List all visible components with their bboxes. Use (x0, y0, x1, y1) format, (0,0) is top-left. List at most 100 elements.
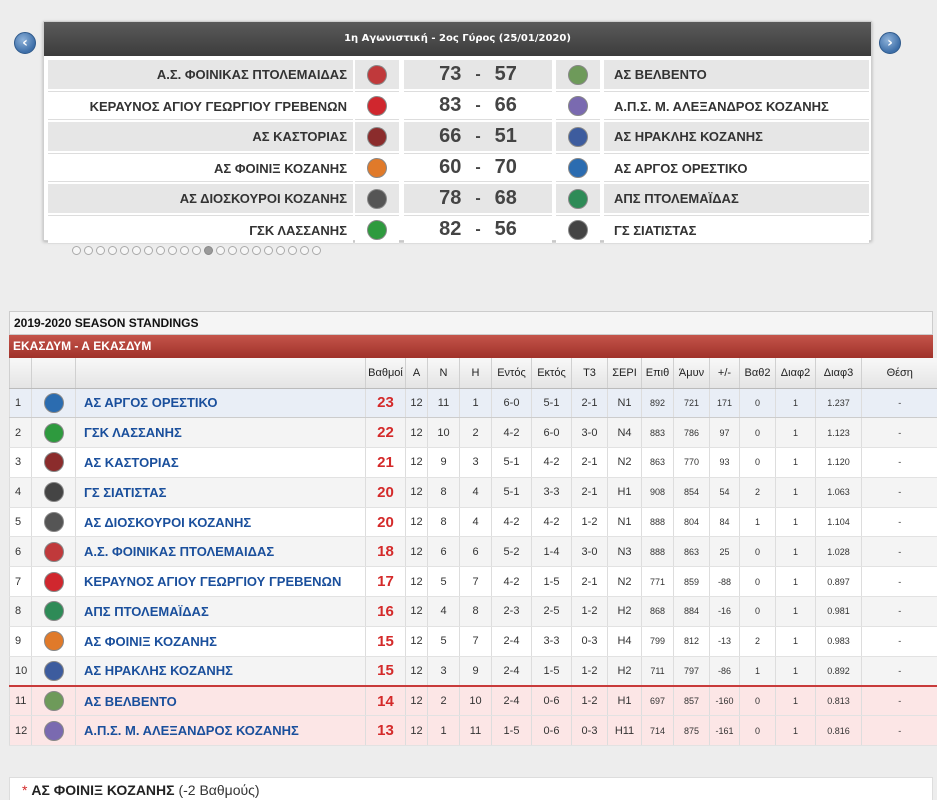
slider-dot[interactable] (276, 246, 285, 255)
stat-cell-diaf2: 1 (775, 656, 816, 687)
stat-cell-thesi: - (861, 626, 937, 657)
table-row: 2 ΓΣΚ ΛΑΣΣΑΝΗΣ 22 12 10 2 4-2 6-0 3-0 N4 883 786 97 0… (9, 417, 937, 449)
away-score: 70 (494, 156, 517, 178)
slider-dot[interactable] (168, 246, 177, 255)
slider-dot[interactable] (252, 246, 261, 255)
match-score: 83-66 (404, 91, 552, 120)
stat-cell-vath2: 0 (739, 596, 776, 627)
stat-cell-amyn: 859 (673, 566, 710, 598)
standings-panel: 2019-2020 SEASON STANDINGS ΕΚΑΣΔΥΜ - Α Ε… (9, 311, 937, 747)
team-name-link[interactable]: ΓΣΚ ΛΑΣΣΑΝΗΣ (75, 417, 366, 449)
stat-cell-t3: 0-3 (571, 626, 608, 657)
stat-cell-epith: 771 (641, 566, 674, 598)
stat-cell-a: 12 (405, 684, 428, 717)
stat-cell-home: 5-1 (491, 447, 532, 478)
stat-cell-thesi: - (861, 566, 937, 598)
stat-cell-seri: N2 (607, 566, 642, 598)
stat-cell-h: 11 (459, 715, 492, 747)
team-name-link[interactable]: ΑΣ ΚΑΣΤΟΡΙΑΣ (75, 447, 366, 478)
home-score: 66 (439, 125, 462, 147)
home-team-logo-cell (355, 60, 399, 89)
stat-cell-away: 2-5 (531, 596, 572, 627)
slider-dot[interactable] (228, 246, 237, 255)
slider-dot[interactable] (180, 246, 189, 255)
team-name-link[interactable]: Α.Π.Σ. Μ. ΑΛΕΞΑΝΔΡΟΣ ΚΟΖΑΝΗΣ (75, 715, 366, 747)
slider-dot[interactable] (108, 246, 117, 255)
stat-cell-diaf2: 1 (775, 536, 816, 568)
stat-cell-diaf2: 1 (775, 507, 816, 538)
stat-cell-diaf3: 1.237 (815, 388, 862, 419)
stat-cell-epith: 863 (641, 447, 674, 478)
column-header: Βαθ2 (739, 358, 776, 389)
match-row[interactable]: ΚΕΡΑΥΝΟΣ ΑΓΙΟΥ ΓΕΩΡΓΙΟΥ ΓΡΕΒΕΝΩΝ 83-66 Α.Π… (48, 91, 869, 120)
slider-dot[interactable] (156, 246, 165, 255)
match-row[interactable]: ΑΣ ΔΙΟΣΚΟΥΡΟΙ ΚΟΖΑΝΗΣ 78-68 ΑΠΣ ΠΤΟΛΕΜΑΪΔΑ… (48, 184, 869, 213)
team-logo-cell (31, 566, 76, 598)
slider-dot[interactable] (84, 246, 93, 255)
team-logo-cell (31, 477, 76, 508)
column-header: Άμυν (673, 358, 710, 389)
position-cell: 1 (9, 388, 32, 419)
match-row[interactable]: ΑΣ ΚΑΣΤΟΡΙΑΣ 66-51 ΑΣ ΗΡΑΚΛΗΣ ΚΟΖΑΝΗΣ (48, 122, 869, 151)
stat-cell-t3: 3-0 (571, 417, 608, 449)
match-row[interactable]: ΑΣ ΦΟΙΝΙΞ ΚΟΖΑΝΗΣ 60-70 ΑΣ ΑΡΓΟΣ ΟΡΕΣΤΙΚΟ (48, 153, 869, 182)
team-name-link[interactable]: ΑΣ ΒΕΛΒΕΝΤΟ (75, 684, 366, 717)
team-name-link[interactable]: ΑΣ ΔΙΟΣΚΟΥΡΟΙ ΚΟΖΑΝΗΣ (75, 507, 366, 538)
column-header: Τ3 (571, 358, 608, 389)
team-name-link[interactable]: Α.Σ. ΦΟΙΝΙΚΑΣ ΠΤΟΛΕΜΑΙΔΑΣ (75, 536, 366, 568)
stat-cell-epith: 888 (641, 507, 674, 538)
stat-cell-t3: 2-1 (571, 388, 608, 419)
match-row[interactable]: Α.Σ. ΦΟΙΝΙΚΑΣ ΠΤΟΛΕΜΑΙΔΑΣ 73-57 ΑΣ ΒΕΛΒΕΝΤ… (48, 60, 869, 89)
stat-cell-a: 12 (405, 536, 428, 568)
stat-cell-a: 12 (405, 596, 428, 627)
stat-cell-diff: 25 (709, 536, 740, 568)
slider-dot[interactable] (204, 246, 213, 255)
stat-cell-seri: H2 (607, 596, 642, 627)
stat-cell-diaf3: 1.028 (815, 536, 862, 568)
slider-dot[interactable] (240, 246, 249, 255)
team-name-link[interactable]: ΓΣ ΣΙΑΤΙΣΤΑΣ (75, 477, 366, 508)
stat-cell-t3: 1-2 (571, 596, 608, 627)
stat-cell-t3: 1-2 (571, 656, 608, 687)
slider-dot[interactable] (216, 246, 225, 255)
team-name-link[interactable]: ΑΠΣ ΠΤΟΛΕΜΑΪΔΑΣ (75, 596, 366, 627)
team-name-link[interactable]: ΑΣ ΦΟΙΝΙΞ ΚΟΖΑΝΗΣ (75, 626, 366, 657)
home-team-name: ΚΕΡΑΥΝΟΣ ΑΓΙΟΥ ΓΕΩΡΓΙΟΥ ΓΡΕΒΕΝΩΝ (48, 91, 353, 120)
position-cell: 3 (9, 447, 32, 478)
slider-dot[interactable] (132, 246, 141, 255)
team-logo-icon (43, 392, 64, 413)
slider-dot[interactable] (96, 246, 105, 255)
stat-cell-pts: 22 (365, 417, 406, 449)
away-team-logo-cell (556, 122, 600, 151)
stat-cell-pts: 20 (365, 477, 406, 508)
stat-cell-t3: 0-3 (571, 715, 608, 747)
next-round-button[interactable]: › (879, 32, 901, 54)
match-row[interactable]: ΓΣΚ ΛΑΣΣΑΝΗΣ 82-56 ΓΣ ΣΙΑΤΙΣΤΑΣ (48, 215, 869, 244)
column-header: Θέση (861, 358, 937, 389)
stat-cell-diaf2: 1 (775, 477, 816, 508)
slider-dot[interactable] (312, 246, 321, 255)
slider-dot[interactable] (144, 246, 153, 255)
team-name-link[interactable]: ΚΕΡΑΥΝΟΣ ΑΓΙΟΥ ΓΕΩΡΓΙΟΥ ΓΡΕΒΕΝΩΝ (75, 566, 366, 598)
home-team-logo-cell (355, 153, 399, 182)
column-header: Επιθ (641, 358, 674, 389)
slider-dot[interactable] (288, 246, 297, 255)
slider-dot[interactable] (300, 246, 309, 255)
stat-cell-amyn: 804 (673, 507, 710, 538)
slider-dot[interactable] (72, 246, 81, 255)
stat-cell-away: 4-2 (531, 507, 572, 538)
stat-cell-diaf2: 1 (775, 626, 816, 657)
previous-round-button[interactable]: ‹ (14, 32, 36, 54)
away-score: 57 (494, 63, 517, 85)
team-logo-cell (31, 596, 76, 627)
slider-dot[interactable] (192, 246, 201, 255)
slider-dot[interactable] (264, 246, 273, 255)
column-header: +/- (709, 358, 740, 389)
slider-dot[interactable] (120, 246, 129, 255)
stat-cell-a: 12 (405, 656, 428, 687)
stat-cell-thesi: - (861, 715, 937, 747)
team-name-link[interactable]: ΑΣ ΗΡΑΚΛΗΣ ΚΟΖΑΝΗΣ (75, 656, 366, 687)
stat-cell-seri: H4 (607, 626, 642, 657)
stat-cell-n: 6 (427, 536, 460, 568)
team-name-link[interactable]: ΑΣ ΑΡΓΟΣ ΟΡΕΣΤΙΚΟ (75, 388, 366, 419)
